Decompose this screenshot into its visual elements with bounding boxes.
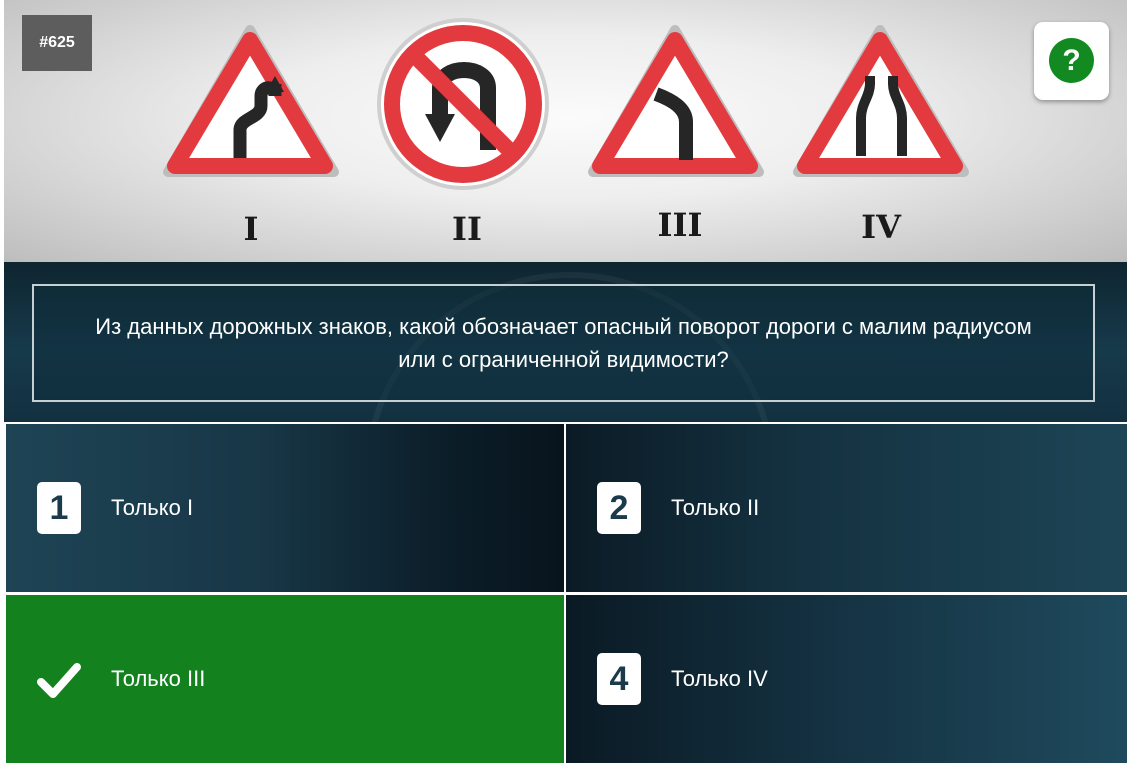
checkmark-icon — [37, 663, 81, 698]
question-number-badge: #625 — [22, 15, 92, 71]
answer-label: Только I — [111, 495, 194, 520]
answer-option-3[interactable]: Только III — [6, 595, 564, 763]
answer-number-badge: 2 — [597, 482, 641, 534]
road-signs-illustration: I II III IV — [163, 18, 969, 248]
no-u-turn-sign-icon — [377, 18, 549, 190]
help-button[interactable]: ? — [1034, 22, 1109, 100]
double-bend-warning-sign-icon — [163, 25, 339, 177]
sign-label-iv: IV — [861, 208, 902, 246]
answer-label: Только IV — [671, 666, 768, 691]
answer-label: Только III — [111, 666, 206, 691]
question-image: I II III IV #625 ? — [4, 0, 1127, 262]
answer-number-badge: 4 — [597, 653, 641, 705]
question-text: Из данных дорожных знаков, какой обознач… — [95, 314, 1032, 372]
answer-option-1[interactable]: 1 Только I — [6, 424, 564, 592]
question-circle-icon: ? — [1049, 38, 1094, 83]
dangerous-bend-right-sign-icon — [588, 25, 764, 177]
answer-number-badge: 1 — [37, 482, 81, 534]
road-narrows-sign-icon — [793, 25, 969, 177]
sign-label-ii: II — [452, 210, 482, 248]
sign-label-iii: III — [658, 206, 703, 244]
answer-label: Только II — [671, 495, 760, 520]
question-box: Из данных дорожных знаков, какой обознач… — [32, 284, 1095, 402]
answer-option-4[interactable]: 4 Только IV — [566, 595, 1127, 763]
question-area: Из данных дорожных знаков, какой обознач… — [4, 262, 1127, 422]
answer-option-2[interactable]: 2 Только II — [566, 424, 1127, 592]
sign-label-i: I — [244, 210, 259, 248]
